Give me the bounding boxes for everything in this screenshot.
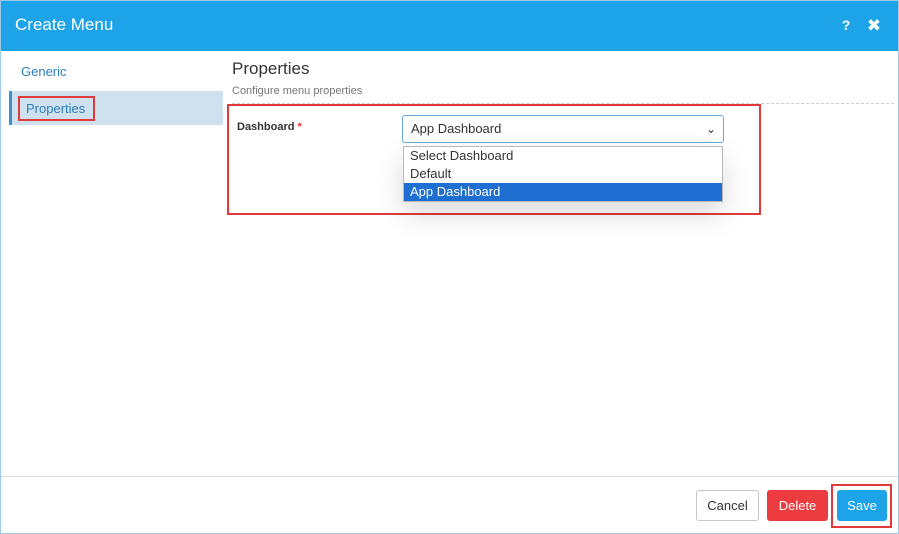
dashboard-label-text: Dashboard xyxy=(237,121,295,133)
dialog-title: Create Menu xyxy=(15,15,114,34)
sidebar-item-properties[interactable]: Properties xyxy=(9,91,223,125)
dashboard-label: Dashboard * xyxy=(237,121,302,133)
section-title: Properties xyxy=(232,59,310,78)
sidebar-nav: Generic Properties xyxy=(1,51,223,476)
section-subtitle: Configure menu properties xyxy=(232,85,363,97)
save-button[interactable]: Save xyxy=(837,490,887,521)
chevron-down-icon: ⌄ xyxy=(705,122,717,136)
dashboard-dropdown-list: Select Dashboard Default App Dashboard xyxy=(403,146,723,202)
create-menu-dialog: Create Menu ? ✖ Generic Properties Prope… xyxy=(0,0,899,534)
dashboard-select-value: App Dashboard xyxy=(411,121,502,136)
required-marker: * xyxy=(297,121,302,133)
sidebar-item-generic[interactable]: Generic xyxy=(9,55,223,89)
sidebar-item-label: Generic xyxy=(21,64,67,79)
help-icon[interactable]: ? xyxy=(839,14,853,36)
footer-divider xyxy=(1,476,898,477)
dropdown-option-default[interactable]: Default xyxy=(404,165,722,183)
sidebar-item-label: Properties xyxy=(18,96,95,121)
dropdown-option-app-dashboard[interactable]: App Dashboard xyxy=(404,183,722,201)
dialog-header: Create Menu ? ✖ xyxy=(1,1,898,51)
cancel-button[interactable]: Cancel xyxy=(696,490,759,521)
dropdown-option-select-dashboard[interactable]: Select Dashboard xyxy=(404,147,722,165)
delete-button[interactable]: Delete xyxy=(767,490,828,521)
close-icon[interactable]: ✖ xyxy=(865,16,883,36)
dashboard-select[interactable]: App Dashboard ⌄ xyxy=(402,115,724,143)
